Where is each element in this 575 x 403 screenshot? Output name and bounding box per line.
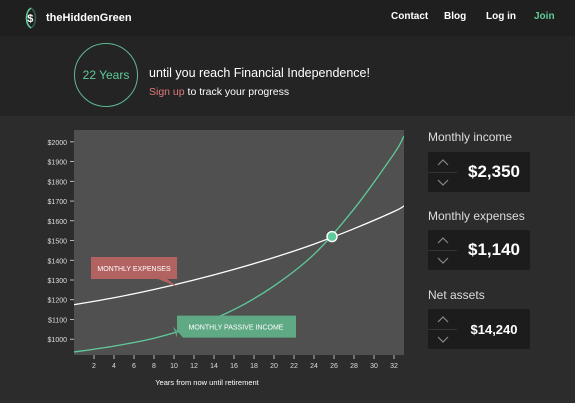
net-assets-value: $14,240 bbox=[470, 321, 518, 337]
x-tick-label: 20 bbox=[270, 363, 278, 370]
top-navbar: $ theHiddenGreen Contact Blog Log in Joi… bbox=[0, 0, 575, 36]
net-assets-stepper[interactable]: $14,240 bbox=[428, 309, 530, 349]
monthly-income-arrows bbox=[428, 152, 457, 192]
chevron-down-icon bbox=[437, 179, 448, 186]
monthly-income-label: Monthly income bbox=[428, 130, 513, 144]
x-tick-label: 18 bbox=[250, 363, 258, 370]
y-tick-label: $1300 bbox=[48, 278, 68, 285]
x-axis-label: Years from now until retirement bbox=[155, 378, 259, 387]
nav-contact-link[interactable]: Contact bbox=[391, 11, 428, 22]
y-tick-label: $1800 bbox=[48, 179, 68, 186]
brand-name: theHiddenGreen bbox=[46, 12, 132, 24]
x-tick-label: 16 bbox=[230, 363, 238, 370]
dollar-leaf-icon: $ bbox=[25, 7, 37, 29]
x-tick-label: 12 bbox=[190, 363, 198, 370]
y-tick-label: $1400 bbox=[48, 258, 68, 265]
nav-blog-link[interactable]: Blog bbox=[444, 11, 466, 22]
monthly-expenses-label: Monthly expenses bbox=[428, 209, 525, 223]
expenses-label-text: MONTHLY EXPENSES bbox=[97, 266, 171, 273]
chevron-up-icon bbox=[437, 236, 448, 243]
net-assets-label: Net assets bbox=[428, 288, 485, 302]
y-tick-label: $1600 bbox=[48, 219, 68, 226]
x-tick-label: 28 bbox=[350, 363, 358, 370]
y-tick-label: $1200 bbox=[48, 298, 68, 305]
signup-link[interactable]: Sign up bbox=[149, 86, 185, 98]
chevron-down-icon bbox=[437, 336, 448, 343]
x-tick-label: 32 bbox=[390, 363, 398, 370]
monthly-expenses-value: $1,140 bbox=[468, 240, 520, 259]
monthly-expenses-stepper[interactable]: $1,140 bbox=[428, 230, 530, 270]
nav-join-link[interactable]: Join bbox=[534, 11, 555, 22]
fi-chart: $1000 $1100 $1200 $1300 $1400 $1500 $1600 $1700… bbox=[40, 130, 410, 390]
y-tick-label: $1100 bbox=[48, 317, 67, 324]
monthly-income-decrease-button[interactable] bbox=[428, 172, 457, 192]
hero-subtitle-text: to track your progress bbox=[187, 86, 290, 98]
monthly-expenses-increase-button[interactable] bbox=[428, 230, 457, 251]
x-tick-label: 10 bbox=[170, 363, 178, 370]
x-tick-label: 6 bbox=[132, 363, 136, 370]
x-tick-label: 24 bbox=[310, 363, 318, 370]
hero-banner: 22 Years until you reach Financial Indep… bbox=[0, 36, 575, 116]
svg-text:$: $ bbox=[27, 13, 33, 25]
x-tick-label: 26 bbox=[330, 363, 338, 370]
net-assets-increase-button[interactable] bbox=[428, 309, 457, 330]
x-tick-label: 14 bbox=[210, 363, 218, 370]
monthly-income-stepper[interactable]: $2,350 bbox=[428, 152, 530, 192]
y-tick-label: $2000 bbox=[48, 140, 68, 147]
fi-chart-svg: $1000 $1100 $1200 $1300 $1400 $1500 $1600 $1700… bbox=[48, 130, 404, 387]
x-tick-label: 2 bbox=[92, 363, 96, 370]
x-tick-label: 4 bbox=[112, 363, 116, 370]
net-assets-decrease-button[interactable] bbox=[428, 329, 457, 349]
years-to-fi-value: 22 Years bbox=[82, 68, 130, 82]
hero-subtitle: Sign up to track your progress bbox=[149, 86, 289, 98]
y-tick-label: $1900 bbox=[48, 160, 68, 167]
chevron-down-icon bbox=[437, 257, 448, 264]
passive-income-label-text: MONTHLY PASSIVE INCOME bbox=[189, 325, 284, 332]
x-tick-label: 8 bbox=[152, 363, 156, 370]
nav-login-link[interactable]: Log in bbox=[486, 11, 516, 22]
fi-intersection-marker bbox=[326, 230, 338, 243]
net-assets-arrows bbox=[428, 309, 457, 349]
y-tick-label: $1000 bbox=[48, 337, 68, 344]
chevron-up-icon bbox=[437, 158, 448, 165]
x-tick-label: 30 bbox=[370, 363, 378, 370]
years-to-fi-circle: 22 Years bbox=[74, 43, 138, 107]
x-tick-label: 22 bbox=[290, 363, 298, 370]
brand-logo-link[interactable]: $ theHiddenGreen bbox=[22, 7, 132, 29]
y-tick-label: $1700 bbox=[48, 199, 68, 206]
monthly-expenses-decrease-button[interactable] bbox=[428, 250, 457, 270]
monthly-income-value: $2,350 bbox=[468, 162, 520, 181]
hero-title: until you reach Financial Independence! bbox=[149, 66, 370, 80]
monthly-income-increase-button[interactable] bbox=[428, 152, 457, 173]
y-tick-label: $1500 bbox=[48, 239, 68, 246]
chevron-up-icon bbox=[437, 315, 448, 322]
monthly-expenses-arrows bbox=[428, 230, 457, 270]
